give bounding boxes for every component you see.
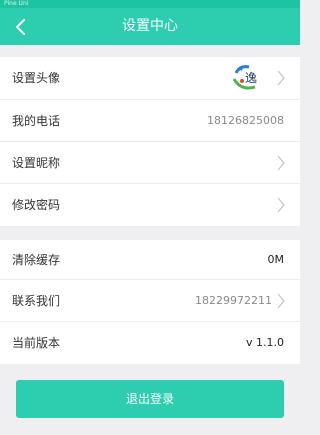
status-bar: Pine Uni	[0, 0, 300, 8]
phone-label: 我的电话	[12, 114, 61, 128]
chevron-right-icon	[277, 155, 285, 171]
logo-avatar-icon: 逸	[231, 61, 263, 93]
nickname-row[interactable]: 设置昵称	[0, 142, 300, 184]
password-label: 修改密码	[12, 198, 61, 212]
nav-bar: 设置中心	[0, 8, 300, 45]
contact-label: 联系我们	[12, 294, 61, 308]
chevron-right-icon	[277, 293, 285, 309]
avatar: 逸	[231, 61, 263, 93]
password-row[interactable]: 修改密码	[0, 184, 300, 226]
settings-group-profile: 设置头像 逸 我的电话 18126825008 设置昵称 修改密码	[0, 57, 300, 226]
version-row: 当前版本 v 1.1.0	[0, 322, 300, 364]
contact-phone-value: 18229972211	[195, 294, 272, 307]
svg-text:逸: 逸	[245, 71, 257, 85]
avatar-label: 设置头像	[12, 71, 61, 85]
chevron-right-icon	[277, 70, 285, 86]
version-value: v 1.1.0	[246, 336, 284, 349]
page-title: 设置中心	[122, 18, 178, 34]
clear-cache-label: 清除缓存	[12, 253, 61, 267]
status-bar-text: Pine Uni	[4, 0, 29, 7]
avatar-row[interactable]: 设置头像 逸	[0, 57, 300, 100]
nickname-label: 设置昵称	[12, 156, 61, 170]
cache-size-value: 0M	[267, 253, 285, 266]
version-label: 当前版本	[12, 336, 61, 350]
settings-group-app: 清除缓存 0M 联系我们 18229972211 当前版本 v 1.1.0	[0, 240, 300, 364]
contact-row[interactable]: 联系我们 18229972211	[0, 280, 300, 322]
chevron-right-icon	[277, 197, 285, 213]
clear-cache-row[interactable]: 清除缓存 0M	[0, 240, 300, 280]
phone-value: 18126825008	[207, 114, 284, 127]
phone-row: 我的电话 18126825008	[0, 100, 300, 142]
logout-button[interactable]: 退出登录	[16, 380, 284, 418]
